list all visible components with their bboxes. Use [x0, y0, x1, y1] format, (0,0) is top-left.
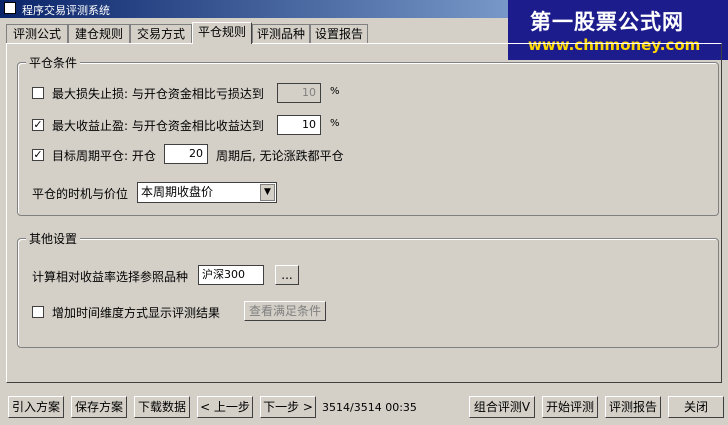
- max-profit-label: 最大收益止盈: 与开仓资金相比收益达到: [52, 119, 264, 133]
- tab-panel: 平仓条件 最大损失止损: 与开仓资金相比亏损达到 10 % ✓ 最大收益止盈: …: [6, 43, 722, 383]
- progress-status: 3514/3514 00:35: [322, 401, 417, 414]
- tab-close-rules[interactable]: 平仓规则: [192, 22, 252, 44]
- next-step-button[interactable]: 下一步 >: [260, 396, 316, 418]
- prev-step-button[interactable]: < 上一步: [197, 396, 253, 418]
- max-loss-label: 最大损失止损: 与开仓资金相比亏损达到: [52, 87, 264, 101]
- max-profit-checkbox[interactable]: ✓: [32, 119, 44, 131]
- tab-formula[interactable]: 评测公式: [6, 24, 68, 43]
- benchmark-browse-button[interactable]: ...: [275, 265, 299, 285]
- target-period-label: 目标周期平仓: 开仓: [52, 149, 156, 163]
- max-loss-unit: %: [330, 86, 340, 97]
- bottom-toolbar: 引入方案 保存方案 下载数据 < 上一步 下一步 > 3514/3514 00:…: [0, 388, 728, 425]
- tab-report-settings[interactable]: 设置报告: [310, 24, 368, 43]
- combo-test-button[interactable]: 组合评测V: [469, 396, 535, 418]
- max-profit-unit: %: [330, 118, 340, 129]
- close-timing-label: 平仓的时机与价位: [32, 187, 129, 201]
- view-conditions-button[interactable]: 查看满足条件: [244, 301, 326, 321]
- start-test-button[interactable]: 开始评测: [542, 396, 598, 418]
- other-settings-title: 其他设置: [26, 230, 81, 247]
- window-title: 程序交易评测系统: [22, 4, 110, 17]
- tab-trade-mode[interactable]: 交易方式: [130, 24, 192, 43]
- tab-instruments[interactable]: 评测品种: [252, 24, 310, 43]
- close-button[interactable]: 关闭: [668, 396, 724, 418]
- target-period-checkbox[interactable]: ✓: [32, 149, 44, 161]
- test-report-button[interactable]: 评测报告: [605, 396, 661, 418]
- time-dimension-label: 增加时间维度方式显示评测结果: [52, 306, 221, 320]
- save-plan-button[interactable]: 保存方案: [71, 396, 127, 418]
- tab-open-rules[interactable]: 建仓规则: [68, 24, 130, 43]
- download-data-button[interactable]: 下载数据: [134, 396, 190, 418]
- close-timing-value: 本周期收盘价: [141, 185, 214, 199]
- max-loss-input[interactable]: 10: [277, 83, 321, 103]
- target-period-input[interactable]: 20: [164, 144, 208, 164]
- close-timing-select[interactable]: 本周期收盘价 ▼: [137, 182, 277, 203]
- benchmark-label: 计算相对收益率选择参照品种: [32, 270, 189, 284]
- app-icon: [4, 2, 16, 14]
- target-period-suffix: 周期后, 无论涨跌都平仓: [216, 149, 344, 163]
- close-conditions-group: 平仓条件 最大损失止损: 与开仓资金相比亏损达到 10 % ✓ 最大收益止盈: …: [17, 54, 719, 216]
- other-settings-group: 其他设置 计算相对收益率选择参照品种 沪深300 ... 增加时间维度方式显示评…: [17, 230, 719, 348]
- max-profit-input[interactable]: 10: [277, 115, 321, 135]
- import-plan-button[interactable]: 引入方案: [8, 396, 64, 418]
- time-dimension-checkbox[interactable]: [32, 306, 44, 318]
- close-conditions-title: 平仓条件: [26, 54, 81, 71]
- watermark-line1: 第一股票公式网: [530, 10, 684, 34]
- chevron-down-icon[interactable]: ▼: [260, 184, 275, 201]
- max-loss-checkbox[interactable]: [32, 87, 44, 99]
- benchmark-input[interactable]: 沪深300: [198, 265, 264, 285]
